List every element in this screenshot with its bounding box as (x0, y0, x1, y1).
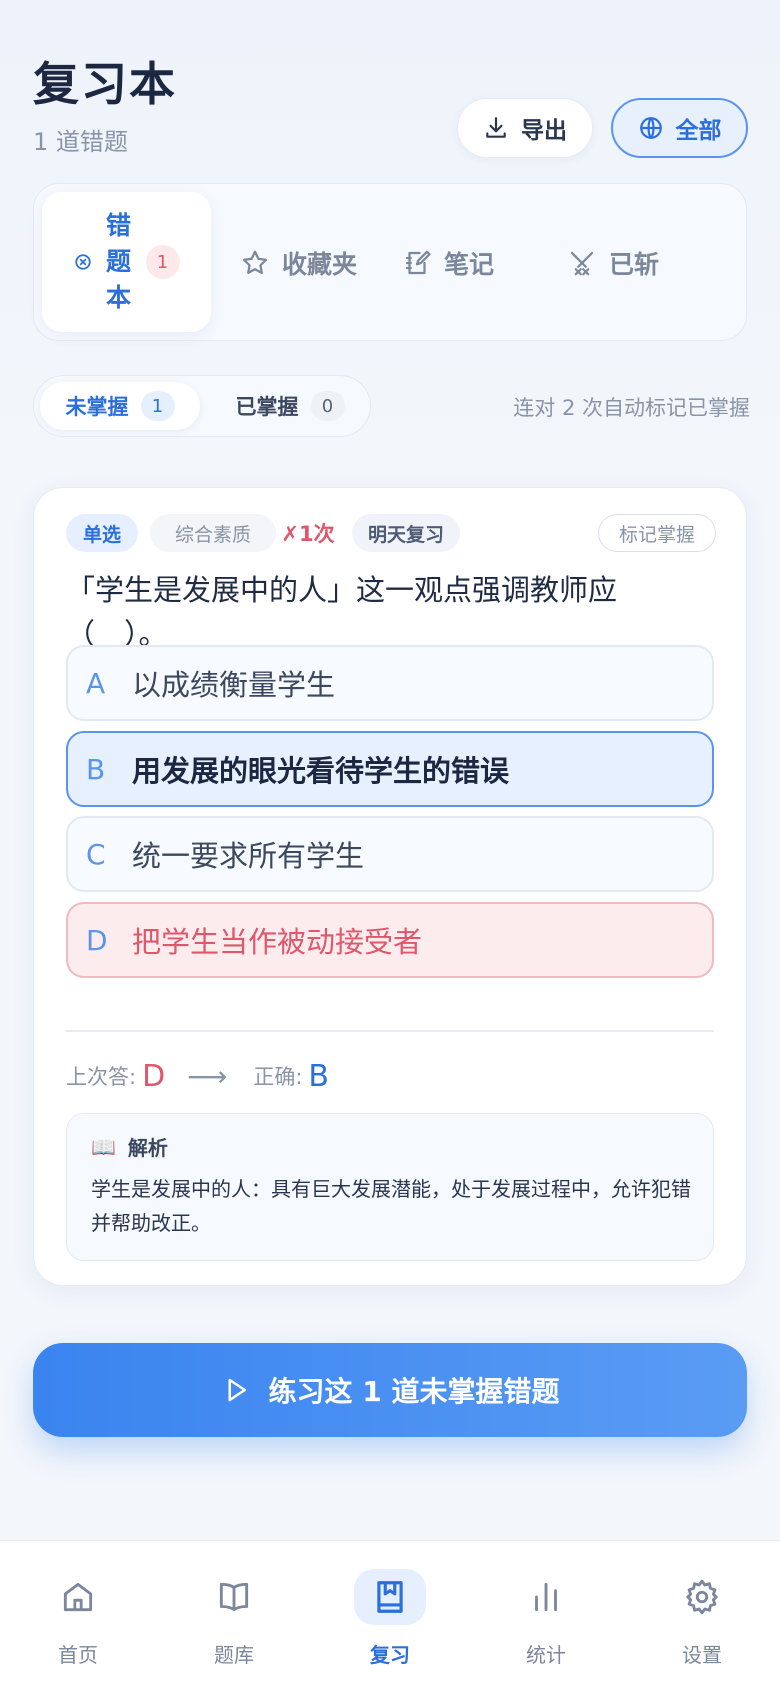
option-b[interactable]: B 用发展的眼光看待学生的错误 (66, 731, 714, 807)
auto-mastery-hint: 连对 2 次自动标记已掌握 (513, 396, 750, 420)
option-a[interactable]: A 以成绩衡量学生 (66, 645, 714, 721)
tab-favorites-label: 收藏夹 (282, 250, 358, 279)
globe-icon (638, 115, 664, 141)
correct-answer-value: B (308, 1058, 329, 1094)
option-text: 统一要求所有学生 (132, 839, 365, 873)
nav-label: 首页 (58, 1643, 98, 1667)
tab-wrong-book[interactable]: 错题本 1 (42, 192, 211, 332)
question-type-tag: 单选 (66, 514, 138, 552)
arrow-right-icon: ⟶ (187, 1059, 228, 1093)
tab-slashed[interactable]: 已斩 (567, 184, 659, 342)
segment-unmastered-count: 1 (140, 391, 175, 421)
bar-chart-icon (510, 1569, 582, 1625)
option-letter: D (86, 923, 108, 957)
x-circle-icon (74, 253, 92, 271)
practice-button[interactable]: 练习这 1 道未掌握错题 (33, 1343, 747, 1437)
nav-item-settings[interactable]: 设置 (652, 1569, 752, 1679)
subject-tag: 综合素质 (150, 514, 276, 552)
star-icon (240, 248, 270, 278)
option-d[interactable]: D 把学生当作被动接受者 (66, 902, 714, 978)
nav-item-question-bank[interactable]: 题库 (184, 1569, 284, 1679)
scope-all-button[interactable]: 全部 (611, 98, 748, 158)
export-button[interactable]: 导出 (457, 98, 593, 158)
segment-mastered-count: 0 (310, 391, 345, 421)
home-icon (42, 1569, 114, 1625)
tab-wrong-book-count: 1 (145, 245, 180, 279)
option-letter: C (86, 837, 106, 871)
analysis-header: 📖 解析 (91, 1132, 168, 1161)
play-icon (221, 1375, 251, 1405)
download-icon (483, 115, 509, 141)
book-icon: 📖 (91, 1134, 116, 1159)
gear-icon (666, 1569, 738, 1625)
bookmark-book-icon (354, 1569, 426, 1625)
segment-mastered-label: 已掌握 (235, 395, 299, 419)
tab-favorites[interactable]: 收藏夹 (240, 184, 357, 342)
last-answer-label: 上次答: (66, 1065, 137, 1089)
tab-notes-label: 笔记 (444, 250, 495, 279)
option-letter: A (86, 666, 106, 700)
crossed-swords-icon (567, 248, 597, 278)
question-text: 「学生是发展中的人」这一观点强调教师应（ ）。 (66, 573, 618, 651)
analysis-box: 📖 解析 学生是发展中的人：具有巨大发展潜能，处于发展过程中，允许犯错并帮助改正… (66, 1113, 714, 1261)
scope-label: 全部 (675, 118, 722, 144)
answer-summary: 上次答: D ⟶ 正确: B (66, 1054, 329, 1098)
mark-mastered-button[interactable]: 标记掌握 (598, 514, 716, 552)
segment-unmastered-label: 未掌握 (65, 395, 129, 419)
option-c[interactable]: C 统一要求所有学生 (66, 816, 714, 892)
export-label: 导出 (521, 118, 567, 144)
analysis-text: 学生是发展中的人：具有巨大发展潜能，处于发展过程中，允许犯错并帮助改正。 (91, 1177, 691, 1235)
wrong-count-tag: ✗1次 (281, 522, 335, 546)
bottom-nav: 首页 题库 复习 统计 设置 (0, 1540, 780, 1688)
option-text: 用发展的眼光看待学生的错误 (132, 754, 510, 788)
option-text: 把学生当作被动接受者 (132, 925, 423, 959)
page-subtitle: 1 道错题 (33, 128, 128, 156)
nav-label: 题库 (214, 1643, 254, 1667)
correct-answer-label: 正确: (253, 1065, 303, 1089)
review-schedule-tag: 明天复习 (352, 514, 460, 552)
tab-notes[interactable]: 笔记 (402, 184, 494, 342)
divider (66, 1030, 714, 1032)
nav-label: 统计 (526, 1643, 566, 1667)
mastery-segment: 未掌握 1 已掌握 0 (33, 375, 371, 437)
option-letter: B (86, 752, 106, 786)
nav-label: 复习 (370, 1643, 410, 1667)
nav-item-review[interactable]: 复习 (340, 1569, 440, 1679)
book-open-icon (198, 1569, 270, 1625)
segment-mastered[interactable]: 已掌握 0 (220, 382, 360, 430)
question-card: 单选 综合素质 ✗1次 明天复习 标记掌握 「学生是发展中的人」这一观点强调教师… (33, 487, 747, 1286)
analysis-title: 解析 (127, 1136, 168, 1160)
nav-label: 设置 (682, 1643, 722, 1667)
nav-item-stats[interactable]: 统计 (496, 1569, 596, 1679)
nav-item-home[interactable]: 首页 (28, 1569, 128, 1679)
practice-button-label: 练习这 1 道未掌握错题 (268, 1375, 560, 1408)
notebook-icon (402, 248, 432, 278)
category-tabs: 错题本 1 收藏夹 笔记 已斩 (33, 183, 747, 341)
tab-slashed-label: 已斩 (609, 250, 660, 279)
page-title: 复习本 (33, 57, 177, 111)
segment-unmastered[interactable]: 未掌握 1 (40, 382, 200, 430)
last-answer-value: D (142, 1058, 166, 1094)
tab-wrong-book-label: 错题本 (105, 211, 131, 312)
option-text: 以成绩衡量学生 (132, 668, 336, 702)
